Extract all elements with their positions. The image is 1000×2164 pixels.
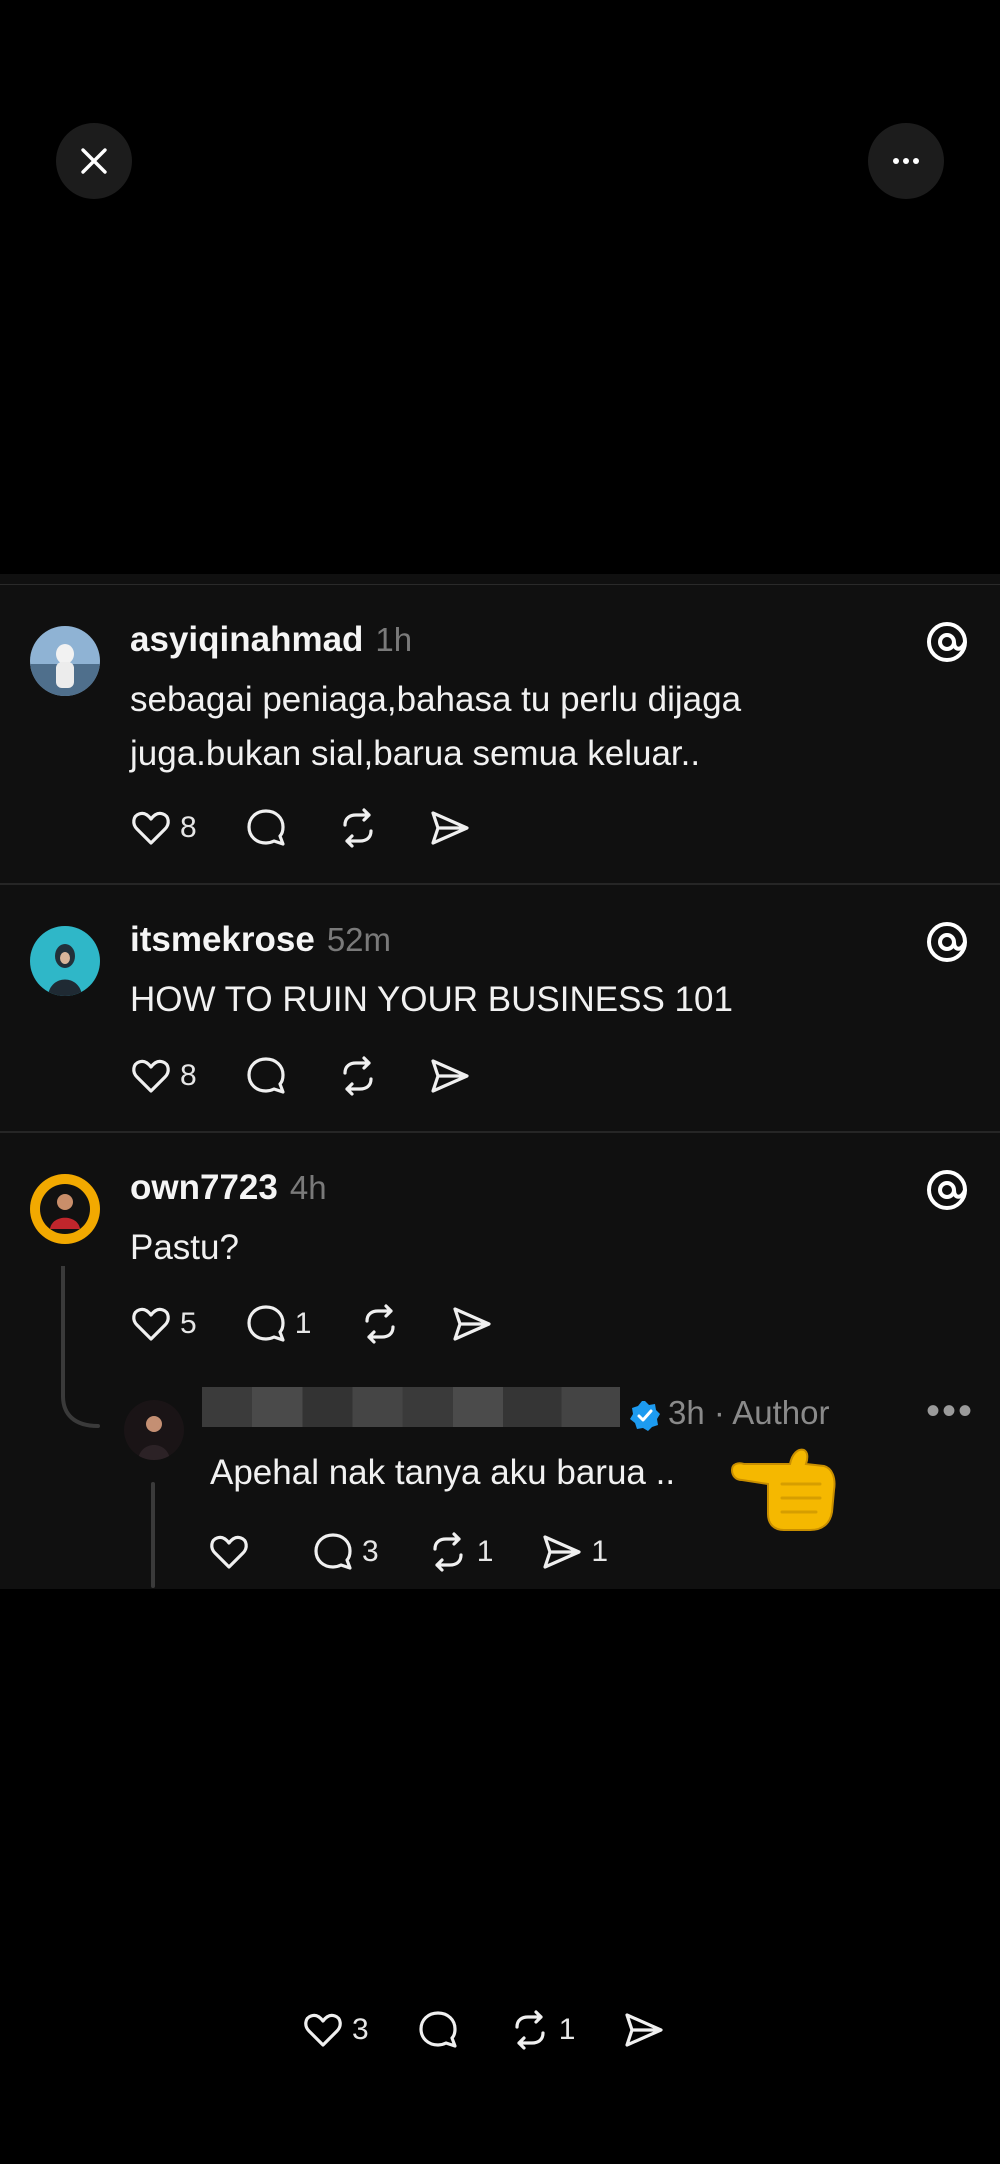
post-text: Pastu?: [130, 1228, 239, 1267]
avatar[interactable]: [124, 1400, 184, 1460]
post-actions: 8: [128, 803, 519, 853]
like-button[interactable]: 8: [128, 805, 197, 851]
repost-button[interactable]: [335, 1053, 381, 1099]
divider: [0, 883, 1000, 885]
heart-icon: [304, 2013, 342, 2047]
repost-button[interactable]: 1: [425, 1529, 494, 1575]
share-button[interactable]: [427, 805, 473, 851]
like-button[interactable]: [206, 1529, 252, 1575]
verified-badge-icon: [630, 1401, 660, 1431]
divider: [0, 584, 1000, 585]
like-button[interactable]: 5: [128, 1301, 197, 1347]
comment-icon: [247, 809, 285, 846]
share-button[interactable]: [427, 1053, 473, 1099]
threads-logo-icon[interactable]: [924, 919, 970, 965]
timestamp: 1h: [375, 621, 413, 658]
repost-count: 1: [476, 1535, 494, 1568]
reply-more-button[interactable]: •••: [926, 1391, 974, 1431]
heart-icon: [132, 1307, 170, 1341]
close-button[interactable]: [56, 123, 132, 199]
heart-icon: [132, 811, 170, 845]
thread-connector: [61, 1266, 100, 1428]
share-count: 1: [591, 1535, 609, 1568]
pointing-hand-icon: [730, 1448, 836, 1531]
reply-text: Apehal nak tanya aku barua ..: [210, 1453, 676, 1492]
comment-icon: [419, 2011, 457, 2048]
reply-button[interactable]: 1: [243, 1301, 312, 1347]
ellipsis-icon: [893, 158, 919, 164]
heart-icon: [210, 1535, 248, 1569]
reply-count: 3: [362, 1535, 379, 1568]
close-icon: [81, 148, 107, 174]
repost-icon: [365, 1304, 395, 1344]
post-actions: 5 1: [128, 1299, 541, 1349]
reply-button[interactable]: [415, 2007, 461, 2053]
send-icon: [431, 811, 469, 845]
like-button[interactable]: 3: [300, 2007, 369, 2053]
like-count: 5: [180, 1307, 197, 1340]
send-icon: [543, 1535, 581, 1569]
username[interactable]: own7723: [130, 1168, 278, 1208]
reply-meta: 3h · Author: [668, 1394, 830, 1431]
repost-icon: [343, 1056, 373, 1096]
threads-logo-icon[interactable]: [924, 619, 970, 665]
like-count: 8: [180, 1059, 197, 1092]
avatar[interactable]: [30, 626, 100, 696]
avatar[interactable]: [30, 926, 100, 996]
avatar[interactable]: [30, 1174, 100, 1244]
username[interactable]: asyiqinahmad: [130, 620, 363, 660]
reply-count: 1: [294, 1307, 312, 1340]
repost-icon: [433, 1532, 463, 1572]
reply-actions: 3 1 1: [206, 1527, 654, 1577]
repost-button[interactable]: 1: [507, 2007, 576, 2053]
repost-button[interactable]: [335, 805, 381, 851]
repost-icon: [515, 2010, 545, 2050]
send-icon: [453, 1307, 491, 1341]
send-icon: [431, 1059, 469, 1093]
comment-icon: [247, 1057, 285, 1094]
more-options-button[interactable]: [868, 123, 944, 199]
divider: [0, 1131, 1000, 1133]
share-button[interactable]: [621, 2007, 667, 2053]
thread-line: [151, 1482, 155, 1588]
repost-button[interactable]: [357, 1301, 403, 1347]
username[interactable]: itsmekrose: [130, 920, 315, 960]
threads-logo-icon[interactable]: [924, 1167, 970, 1213]
post-text: sebagai peniaga,bahasa tu perlu dijaga j…: [130, 680, 742, 773]
comment-icon: [314, 1533, 352, 1570]
like-count: 3: [352, 2013, 369, 2046]
like-button[interactable]: 8: [128, 1053, 197, 1099]
reply-button[interactable]: 3: [310, 1529, 379, 1575]
reply-button[interactable]: [243, 805, 289, 851]
share-button[interactable]: 1: [539, 1529, 608, 1575]
heart-icon: [132, 1059, 170, 1093]
timestamp: 4h: [289, 1169, 327, 1206]
post-actions: 8: [128, 1051, 519, 1101]
send-icon: [625, 2013, 663, 2047]
repost-icon: [343, 808, 373, 848]
redacted-username: [202, 1387, 620, 1427]
share-button[interactable]: [449, 1301, 495, 1347]
repost-count: 1: [558, 2013, 576, 2046]
comment-icon: [247, 1305, 285, 1342]
reply-button[interactable]: [243, 1053, 289, 1099]
bottom-action-bar: 3 1: [300, 2005, 713, 2055]
post-text: HOW TO RUIN YOUR BUSINESS 101: [130, 980, 733, 1019]
like-count: 8: [180, 811, 197, 844]
timestamp: 52m: [326, 921, 392, 958]
